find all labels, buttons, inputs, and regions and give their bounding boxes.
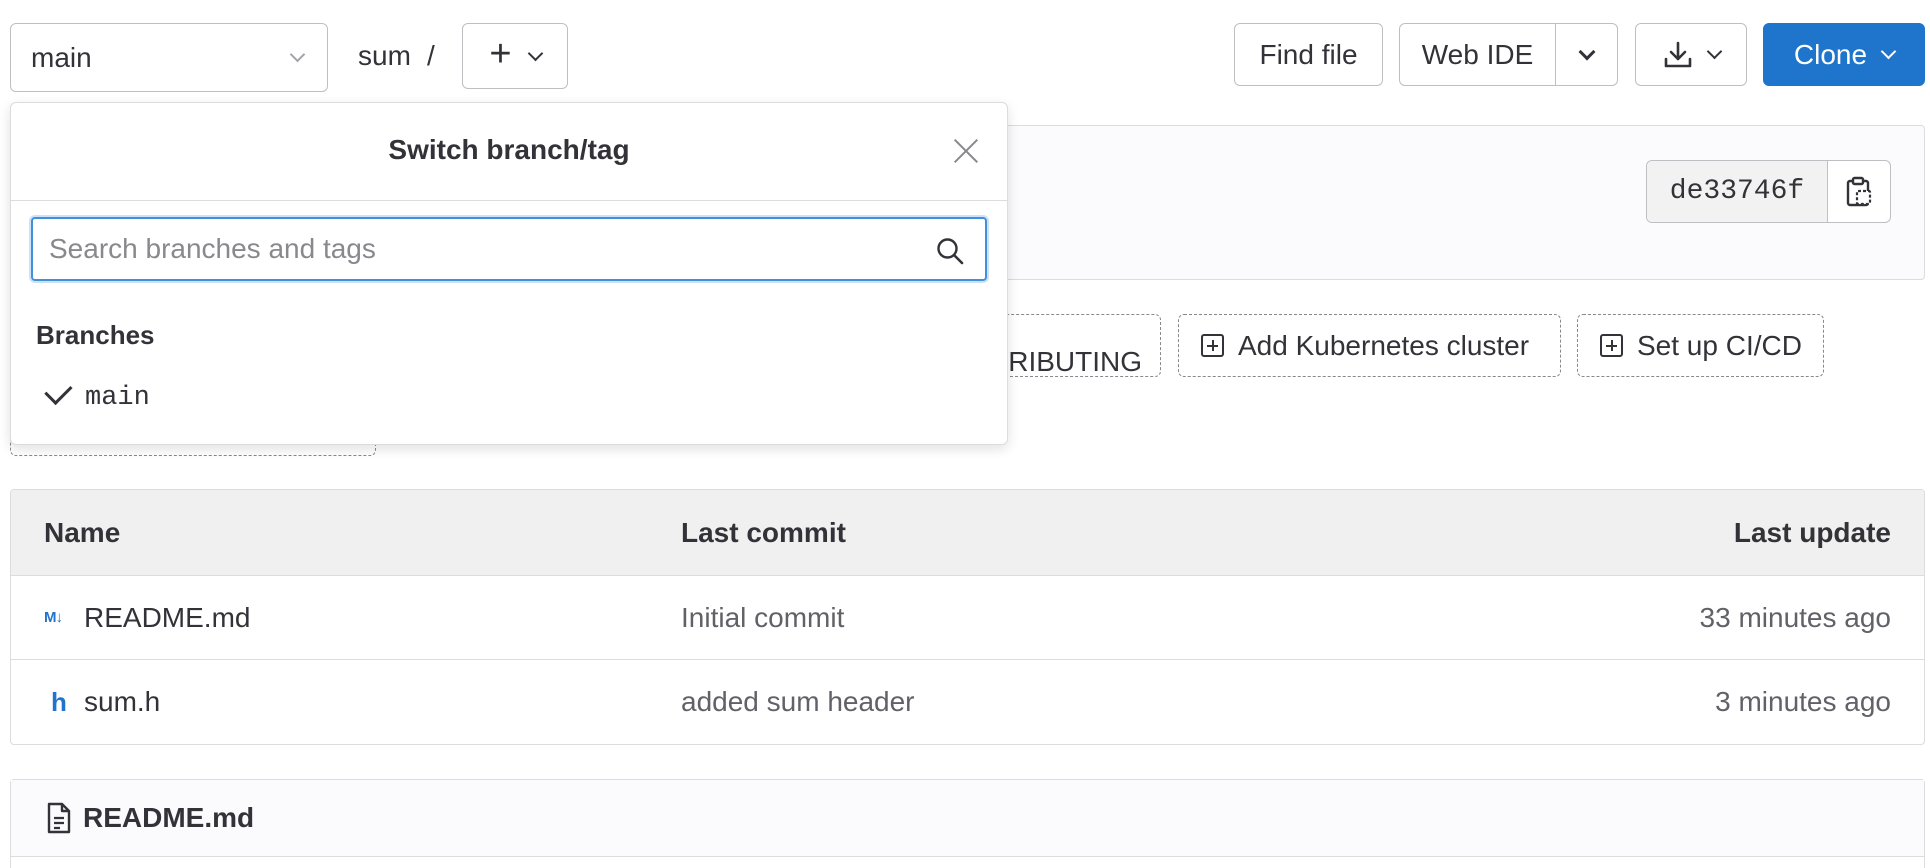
- chevron-down-icon: [527, 45, 543, 61]
- clipboard-icon: [1846, 176, 1872, 206]
- commit-sha-group: de33746f: [1646, 160, 1891, 223]
- document-icon: [47, 802, 71, 834]
- branch-search-field[interactable]: [31, 217, 987, 281]
- table-row[interactable]: M↓ README.md Initial commit 33 minutes a…: [11, 576, 1924, 660]
- dropdown-title: Switch branch/tag: [388, 134, 630, 165]
- updated-time: 33 minutes ago: [1699, 601, 1891, 633]
- web-ide-button[interactable]: Web IDE: [1400, 24, 1556, 85]
- branch-selector[interactable]: main: [10, 23, 328, 92]
- add-kubernetes-cluster-button[interactable]: Add Kubernetes cluster: [1178, 314, 1561, 377]
- file-name-link[interactable]: sum.h: [84, 686, 160, 718]
- chevron-down-icon: [289, 46, 306, 63]
- table-row[interactable]: h sum.h added sum header 3 minutes ago: [11, 660, 1924, 744]
- web-ide-button-group: Web IDE: [1399, 23, 1618, 86]
- chevron-down-icon: [1706, 43, 1722, 60]
- download-icon: [1664, 41, 1691, 67]
- breadcrumb-project[interactable]: sum: [358, 40, 411, 72]
- plus-square-icon: [1201, 334, 1224, 357]
- table-header: Name Last commit Last update: [11, 490, 1924, 576]
- add-to-tree-button[interactable]: +: [462, 23, 568, 89]
- copy-sha-button[interactable]: [1828, 161, 1890, 222]
- header-name: Name: [44, 516, 121, 548]
- updated-time: 3 minutes ago: [1715, 686, 1891, 717]
- download-button[interactable]: [1635, 23, 1747, 86]
- check-icon: [44, 376, 73, 406]
- clone-button[interactable]: Clone: [1763, 23, 1925, 86]
- web-ide-dropdown-toggle[interactable]: [1556, 24, 1617, 85]
- file-tree-table: Name Last commit Last update M↓ README.m…: [10, 489, 1925, 745]
- find-file-button[interactable]: Find file: [1234, 23, 1383, 86]
- header-last-commit: Last commit: [681, 516, 846, 548]
- commit-message-link[interactable]: Initial commit: [681, 602, 844, 634]
- search-icon: [937, 238, 964, 265]
- clone-button-label: Clone: [1793, 38, 1868, 70]
- commit-sha[interactable]: de33746f: [1647, 161, 1828, 222]
- branch-item-label: main: [85, 383, 150, 413]
- chevron-down-icon: [1578, 43, 1595, 60]
- setup-cicd-label: Set up CI/CD: [1637, 329, 1802, 361]
- readme-header: README.md: [11, 780, 1924, 857]
- plus-square-icon: [1600, 334, 1623, 357]
- breadcrumb-separator: /: [427, 40, 435, 71]
- readme-title[interactable]: README.md: [83, 802, 254, 834]
- branch-selector-label: main: [31, 41, 92, 73]
- commit-message-link[interactable]: added sum header: [681, 686, 915, 718]
- close-icon[interactable]: [953, 138, 979, 164]
- branch-search-input[interactable]: [49, 233, 929, 265]
- file-name-link[interactable]: README.md: [84, 602, 250, 634]
- add-kubernetes-label: Add Kubernetes cluster: [1238, 329, 1530, 361]
- readme-panel: README.md: [10, 779, 1925, 868]
- plus-icon: +: [489, 33, 512, 75]
- branches-section-label: Branches: [36, 320, 155, 350]
- chevron-down-icon: [1880, 43, 1897, 60]
- branch-switch-dropdown: Switch branch/tag Branches main: [10, 102, 1008, 445]
- markdown-icon: M↓: [44, 609, 63, 626]
- setup-cicd-button[interactable]: Set up CI/CD: [1577, 314, 1824, 377]
- header-last-update: Last update: [1733, 516, 1891, 548]
- branch-item-main[interactable]: main: [44, 376, 150, 413]
- header-file-icon: h: [51, 686, 67, 717]
- dropdown-header: Switch branch/tag: [11, 103, 1007, 201]
